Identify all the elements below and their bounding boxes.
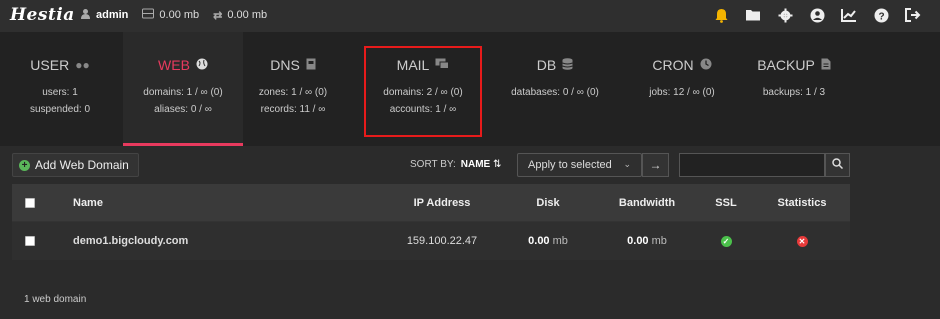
top-bar: Hestia admin 0.00 mb ⇄ 0.00 mb ? — [0, 0, 940, 32]
sort-control[interactable]: SORT BY: NAME ⇅ — [410, 159, 501, 170]
bulk-action-select[interactable]: Apply to selected ⌄ — [517, 153, 642, 177]
bandwidth-usage: 0.00 mb — [227, 9, 268, 21]
book-icon — [306, 58, 316, 73]
bandwidth-stat: ⇄ 0.00 mb — [213, 8, 267, 22]
tab-mail[interactable]: MAIL domains: 2 / ∞ (0) accounts: 1 / ∞ — [363, 32, 483, 146]
search-button[interactable] — [825, 153, 850, 177]
user-circle-icon[interactable] — [808, 6, 826, 24]
x-circle-icon: ✕ — [796, 235, 808, 247]
tab-dns[interactable]: DNS zones: 1 / ∞ (0) records: 11 / ∞ — [233, 32, 353, 146]
add-web-domain-button[interactable]: + Add Web Domain — [12, 153, 139, 177]
tab-backup[interactable]: BACKUP backups: 1 / 3 — [734, 32, 854, 146]
tab-stat-line: zones: 1 / ∞ (0) — [258, 87, 328, 98]
bandwidth-unit: mb — [651, 235, 667, 247]
gear-icon[interactable] — [776, 6, 794, 24]
statistics-cell: ✕ — [767, 222, 837, 260]
tab-stat-line: jobs: 12 / ∞ (0) — [649, 87, 715, 98]
select-all-checkbox[interactable] — [25, 197, 35, 208]
tab-web[interactable]: WEB domains: 1 / ∞ (0) aliases: 0 / ∞ — [123, 32, 243, 146]
header-statistics[interactable]: Statistics — [767, 184, 837, 221]
transfer-icon: ⇄ — [213, 9, 223, 22]
tab-cron[interactable]: CRON jobs: 12 / ∞ (0) — [622, 32, 742, 146]
table-header: Name IP Address Disk Bandwidth SSL Stati… — [12, 184, 850, 221]
tab-title: WEB — [158, 57, 190, 73]
username: admin — [96, 9, 129, 21]
row-checkbox[interactable] — [25, 236, 35, 246]
tab-title: CRON — [652, 57, 694, 73]
tab-stat-line: domains: 2 / ∞ (0) — [383, 87, 463, 98]
tab-title: DB — [536, 57, 557, 73]
disk-stat: 0.00 mb — [142, 8, 199, 22]
disk-value: 0.00 — [528, 235, 550, 247]
header-bandwidth[interactable]: Bandwidth — [602, 184, 692, 221]
row-select-cell — [25, 222, 37, 260]
main-nav-tabs: USER ●● users: 1 suspended: 0 WEB domains… — [0, 32, 940, 146]
table-row[interactable]: demo1.bigcloudy.com 159.100.22.47 0.00 mb… — [12, 221, 850, 260]
database-icon — [562, 57, 573, 73]
toolbar: + Add Web Domain SORT BY: NAME ⇅ Apply to… — [0, 146, 940, 184]
ip-address: 159.100.22.47 — [406, 235, 478, 247]
chart-icon[interactable] — [840, 6, 858, 24]
hdd-icon — [142, 8, 155, 22]
search-icon — [832, 158, 844, 172]
search-input[interactable] — [679, 153, 825, 177]
tab-title: MAIL — [396, 57, 430, 73]
logout-icon[interactable] — [904, 6, 922, 24]
tab-title: USER — [30, 57, 70, 73]
header-disk[interactable]: Disk — [512, 184, 584, 221]
disk-unit: mb — [552, 235, 568, 247]
bandwidth-value: 0.00 — [627, 235, 649, 247]
chevron-down-icon: ⌄ — [623, 159, 631, 169]
plus-circle-icon: + — [19, 159, 30, 171]
bandwidth-cell: 0.00 mb — [602, 222, 692, 260]
apply-action-button[interactable]: → — [642, 153, 669, 177]
add-web-domain-label: Add Web Domain — [35, 158, 129, 172]
svg-text:?: ? — [878, 11, 884, 22]
web-domains-table: Name IP Address Disk Bandwidth SSL Stati… — [12, 184, 850, 260]
globe-icon — [196, 58, 208, 73]
top-stats: admin 0.00 mb ⇄ 0.00 mb — [80, 8, 267, 22]
tab-title: BACKUP — [757, 57, 815, 73]
sort-value: NAME — [460, 159, 491, 170]
domain-count-summary: 1 web domain — [24, 294, 87, 305]
tab-stat-line: databases: 0 / ∞ (0) — [511, 87, 599, 98]
help-icon[interactable]: ? — [872, 6, 890, 24]
users-icon: ●● — [75, 58, 90, 72]
check-circle-icon: ✓ — [720, 235, 732, 247]
folder-icon[interactable] — [744, 6, 762, 24]
disk-cell: 0.00 mb — [512, 222, 584, 260]
tab-stat-line: domains: 1 / ∞ (0) — [143, 87, 223, 98]
select-all-cell — [25, 184, 37, 221]
tab-user[interactable]: USER ●● users: 1 suspended: 0 — [0, 32, 120, 146]
tab-title: DNS — [270, 57, 300, 73]
user-icon — [80, 8, 91, 22]
tab-db[interactable]: DB databases: 0 / ∞ (0) — [495, 32, 615, 146]
disk-usage: 0.00 mb — [159, 9, 200, 21]
bell-icon[interactable] — [712, 6, 730, 24]
logo[interactable]: Hestia — [10, 5, 75, 25]
tab-stat-line: users: 1 — [42, 87, 78, 98]
sort-label: SORT BY: — [410, 159, 456, 170]
tab-stat-line: backups: 1 / 3 — [762, 87, 826, 98]
top-icons: ? — [712, 6, 922, 24]
arrow-right-icon: → — [649, 158, 662, 172]
tab-stat-line: accounts: 1 / ∞ — [389, 104, 457, 115]
clock-icon — [700, 58, 712, 73]
file-icon — [821, 58, 831, 73]
bulk-action-value: Apply to selected — [528, 159, 612, 171]
mail-icon — [435, 58, 450, 72]
user-stat[interactable]: admin — [80, 8, 128, 22]
domain-name-link[interactable]: demo1.bigcloudy.com — [73, 222, 188, 260]
ssl-cell: ✓ — [692, 222, 760, 260]
tab-stat-line: records: 11 / ∞ — [260, 104, 326, 115]
tab-stat-line: suspended: 0 — [29, 104, 91, 115]
sort-direction-icon: ⇅ — [493, 159, 502, 170]
header-ssl[interactable]: SSL — [692, 184, 760, 221]
header-name[interactable]: Name — [73, 184, 103, 221]
tab-stat-line: aliases: 0 / ∞ — [154, 104, 212, 115]
header-ip[interactable]: IP Address — [382, 184, 502, 221]
